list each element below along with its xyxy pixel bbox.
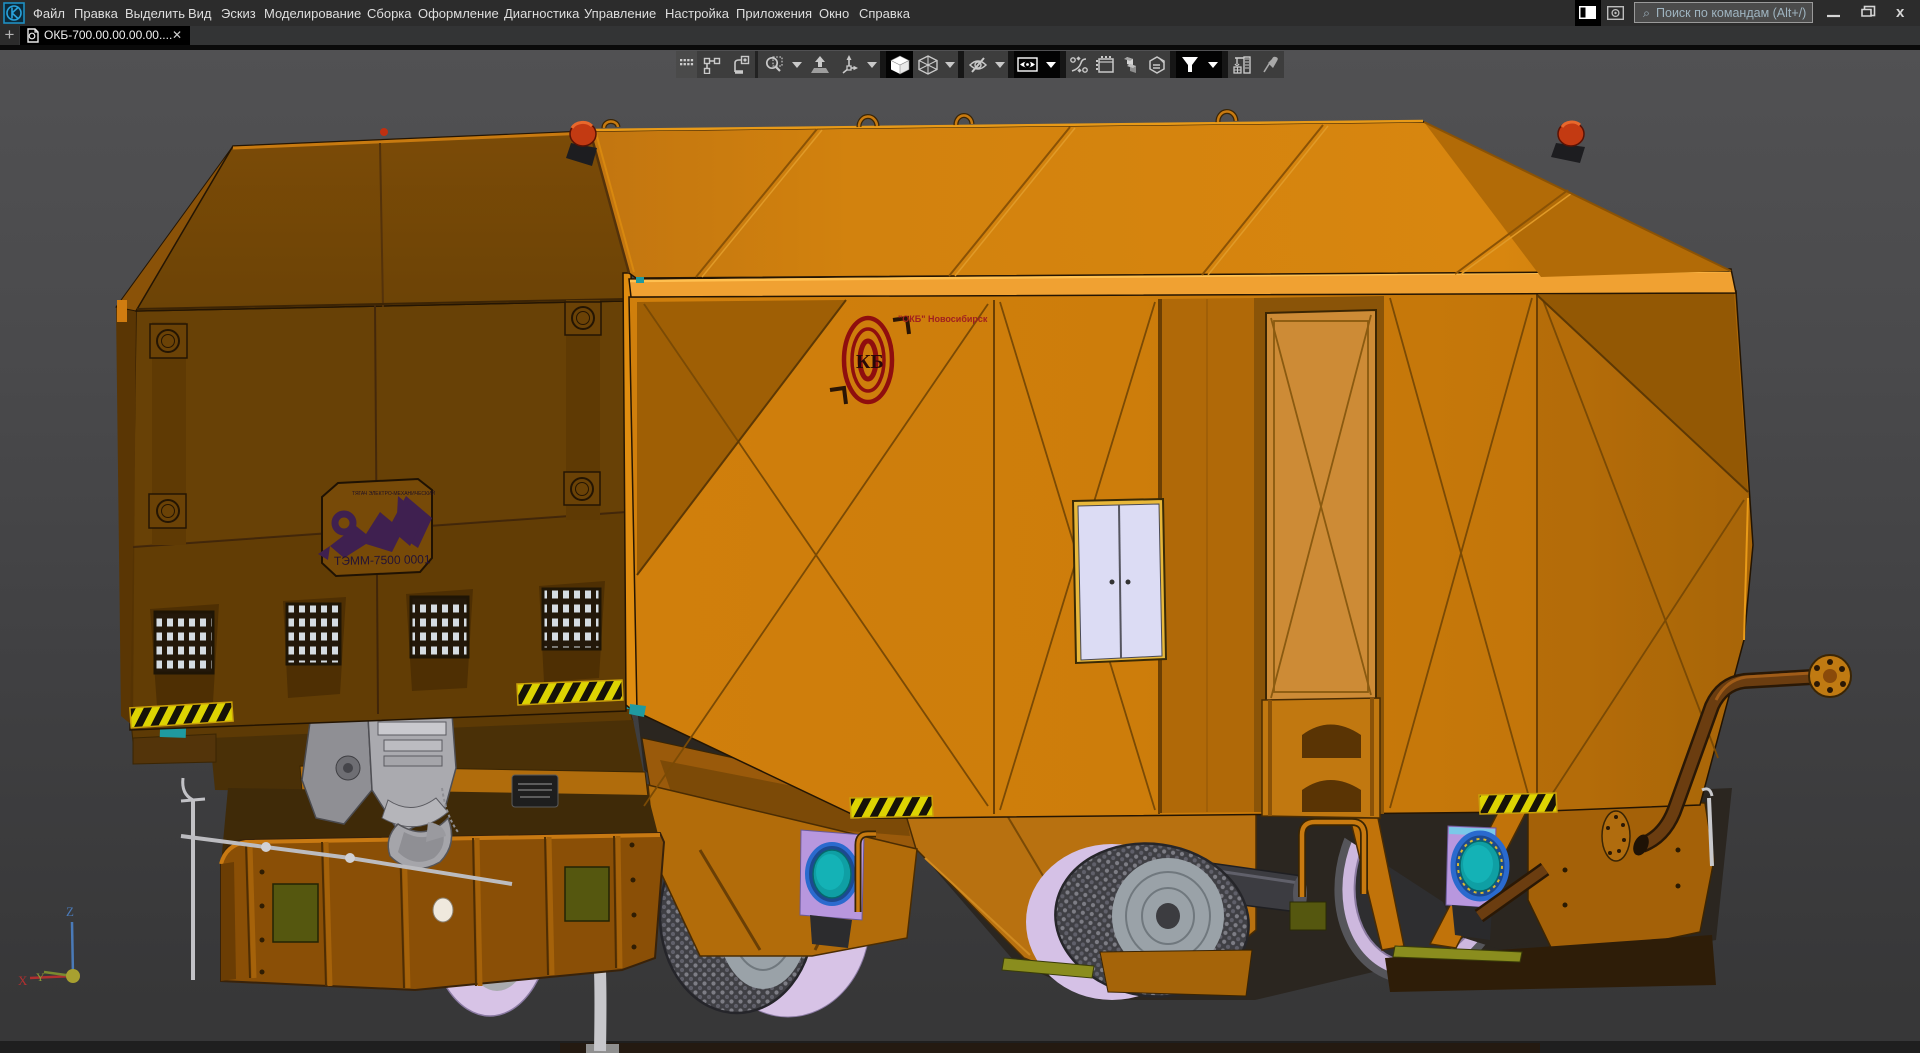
svg-text:X: X <box>18 973 28 988</box>
svg-text:"ОКБ" Новосибирск: "ОКБ" Новосибирск <box>898 314 988 324</box>
svg-text:Y: Y <box>36 970 45 984</box>
svg-text:Z: Z <box>66 904 74 919</box>
svg-text:КБ: КБ <box>856 351 884 373</box>
svg-text:ТЯГАЧ ЭЛЕКТРО-МЕХАНИЧЕСКИЙ: ТЯГАЧ ЭЛЕКТРО-МЕХАНИЧЕСКИЙ <box>352 489 436 497</box>
svg-text:ТЭММ-7500 0001: ТЭММ-7500 0001 <box>334 552 431 568</box>
